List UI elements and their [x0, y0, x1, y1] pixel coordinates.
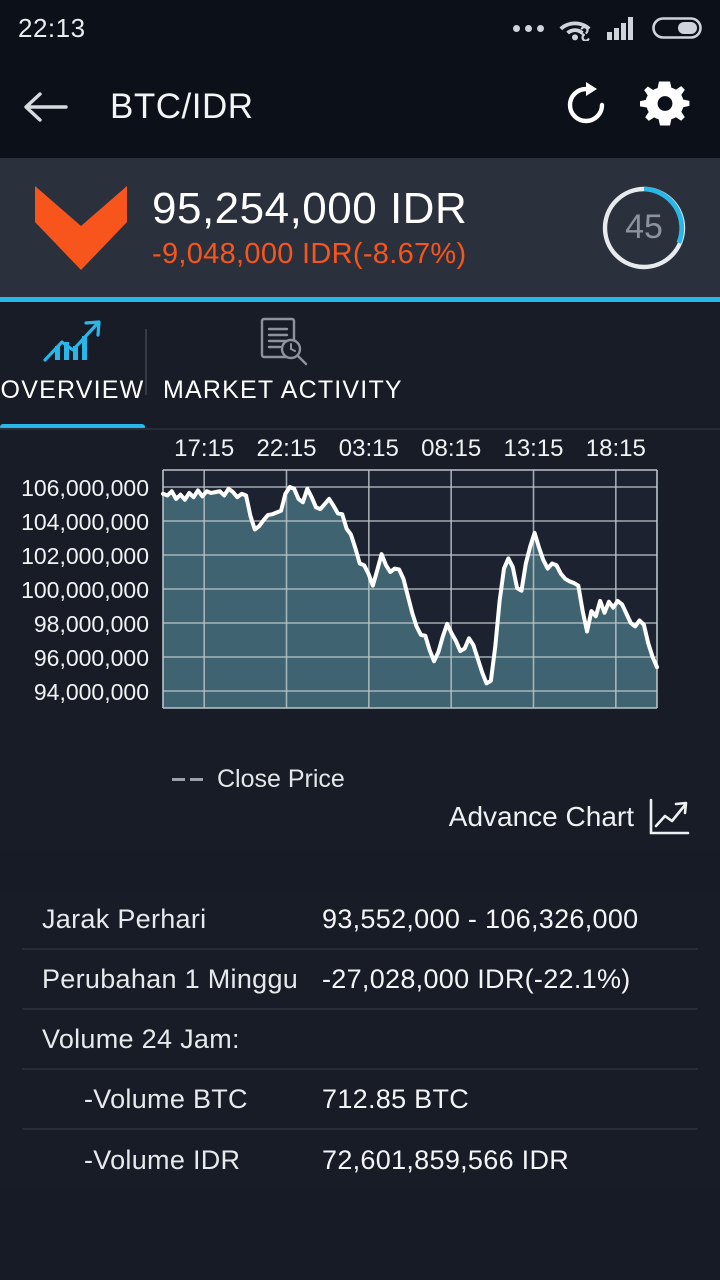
price-change: -9,048,000 IDR(-8.67%) — [152, 237, 467, 270]
advance-chart-button[interactable]: Advance Chart — [449, 798, 690, 836]
table-row: -Volume BTC 712.85 BTC — [22, 1070, 698, 1130]
stat-value: 93,552,000 - 106,326,000 — [322, 903, 639, 934]
arrow-down-icon — [35, 185, 127, 270]
svg-text:08:15: 08:15 — [421, 435, 481, 462]
legend-label: Close Price — [217, 765, 345, 793]
svg-text:102,000,000: 102,000,000 — [21, 543, 149, 569]
stat-value: -27,028,000 IDR(-22.1%) — [322, 963, 631, 994]
battery-icon — [652, 17, 702, 39]
table-row: Volume 24 Jam: — [22, 1010, 698, 1070]
bar-chart-trend-icon — [42, 316, 104, 366]
tab-overview-label: OVERVIEW — [0, 376, 145, 404]
price-chart[interactable]: 106,000,000 104,000,000 102,000,000 100,000… — [0, 430, 720, 850]
svg-text:100,000,000: 100,000,000 — [21, 577, 149, 603]
price-summary-panel: 95,254,000 IDR -9,048,000 IDR(-8.67%) 45 — [0, 158, 720, 302]
status-icon-group — [513, 15, 702, 41]
app-bar-actions — [562, 80, 698, 135]
back-arrow-icon — [24, 92, 68, 122]
table-row: Jarak Perhari 93,552,000 - 106,326,000 — [22, 890, 698, 950]
svg-text:94,000,000: 94,000,000 — [34, 679, 149, 705]
page-title: BTC/IDR — [110, 87, 254, 126]
refresh-button[interactable] — [562, 81, 610, 134]
svg-text:17:15: 17:15 — [174, 435, 234, 462]
svg-text:13:15: 13:15 — [503, 435, 563, 462]
svg-text:104,000,000: 104,000,000 — [21, 509, 149, 535]
back-button[interactable] — [22, 90, 80, 124]
stat-label: Volume 24 Jam: — [42, 1023, 240, 1054]
tab-overview[interactable]: OVERVIEW — [0, 302, 145, 430]
stat-value: 712.85 BTC — [322, 1083, 470, 1114]
stat-label: -Volume IDR — [84, 1144, 241, 1175]
stat-label: -Volume BTC — [84, 1083, 248, 1114]
svg-text:03:15: 03:15 — [339, 435, 399, 462]
price-block: 95,254,000 IDR -9,048,000 IDR(-8.67%) — [140, 184, 590, 270]
svg-text:96,000,000: 96,000,000 — [34, 645, 149, 671]
gear-icon — [639, 81, 690, 125]
chart-legend: Close Price — [172, 765, 345, 794]
trend-arrow — [22, 180, 140, 276]
chart-canvas: 106,000,000 104,000,000 102,000,000 100,000… — [21, 435, 659, 709]
legend-dash-icon — [172, 778, 203, 781]
app-bar: BTC/IDR — [0, 56, 720, 158]
svg-text:106,000,000: 106,000,000 — [21, 475, 149, 501]
more-dots-icon — [513, 24, 544, 32]
status-time: 22:13 — [18, 12, 86, 43]
cellular-signal-icon — [607, 17, 633, 40]
stat-label: Perubahan 1 Minggu — [42, 963, 299, 994]
refresh-icon — [567, 81, 605, 123]
settings-button[interactable] — [639, 80, 690, 135]
tab-market-activity-label: MARKET ACTIVITY — [163, 376, 403, 404]
stat-value: 72,601,859,566 IDR — [322, 1144, 570, 1175]
wifi-vpn-icon — [559, 21, 591, 41]
stats-list: Jarak Perhari 93,552,000 - 106,326,000 P… — [0, 890, 720, 1190]
app-root: 22:13 BTC/IDR 95,254,000 IDR -9,048,000 … — [0, 0, 720, 1280]
advance-chart-label: Advance Chart — [448, 801, 634, 832]
current-price: 95,254,000 IDR — [152, 184, 468, 234]
tab-bar: OVERVIEW MARKET ACTIVITY — [0, 302, 720, 430]
svg-text:98,000,000: 98,000,000 — [34, 611, 149, 637]
refresh-countdown[interactable]: 45 — [590, 180, 698, 276]
svg-text:22:15: 22:15 — [256, 435, 316, 462]
line-chart-icon — [649, 798, 690, 835]
table-row: Perubahan 1 Minggu -27,028,000 IDR(-22.1… — [22, 950, 698, 1010]
document-search-icon — [254, 316, 312, 366]
countdown-value: 45 — [625, 208, 663, 246]
tab-market-activity[interactable]: MARKET ACTIVITY — [147, 302, 423, 430]
table-row: -Volume IDR 72,601,859,566 IDR — [22, 1130, 698, 1190]
stat-label: Jarak Perhari — [42, 903, 207, 934]
svg-text:18:15: 18:15 — [586, 435, 646, 462]
status-bar: 22:13 — [0, 0, 720, 56]
